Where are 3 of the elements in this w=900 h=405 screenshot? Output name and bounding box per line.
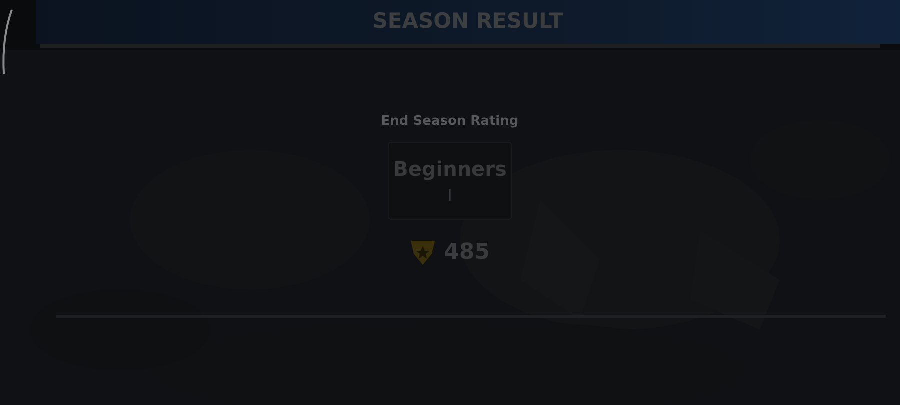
shield-icon bbox=[410, 238, 436, 266]
back-arc-icon[interactable] bbox=[0, 8, 14, 76]
rating-label: End Season Rating bbox=[381, 113, 519, 131]
